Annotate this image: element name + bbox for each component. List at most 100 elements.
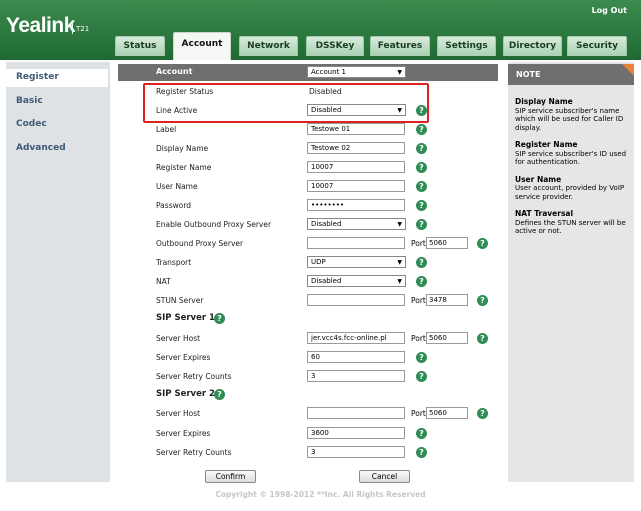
help-icon[interactable]: ?	[477, 408, 488, 419]
transport-select[interactable]: UDP ▼	[307, 256, 406, 268]
note-item-text: Defines the STUN server will be active o…	[515, 218, 626, 236]
account-label: Account	[156, 67, 193, 76]
sip1-retry-label: Server Retry Counts	[156, 372, 232, 381]
help-icon[interactable]: ?	[416, 352, 427, 363]
outbound-proxy-label: Outbound Proxy Server	[156, 239, 244, 248]
cancel-button[interactable]: Cancel	[359, 470, 410, 483]
sip2-retry-label: Server Retry Counts	[156, 448, 232, 457]
sidebar-item-codec[interactable]: Codec	[6, 116, 108, 134]
stun-port-input[interactable]: 3478	[426, 294, 468, 306]
tab-directory[interactable]: Directory	[503, 36, 562, 56]
logo-divider	[72, 20, 73, 34]
account-select[interactable]: Account 1 ▼	[307, 66, 406, 78]
outbound-proxy-enable-label: Enable Outbound Proxy Server	[156, 220, 272, 229]
sip2-host-input[interactable]	[307, 407, 405, 419]
note-item-title: Display Name	[515, 97, 573, 106]
tab-dsskey[interactable]: DSSKey	[306, 36, 364, 56]
yealink-logo: Yealink	[6, 14, 75, 37]
confirm-button[interactable]: Confirm	[205, 470, 256, 483]
tab-security[interactable]: Security	[567, 36, 627, 56]
sip1-port-label: Port	[411, 334, 426, 343]
help-icon[interactable]: ?	[416, 143, 427, 154]
copyright-footer: Copyright © 1998-2012 **Inc. All Rights …	[0, 484, 641, 511]
transport-label: Transport	[156, 258, 192, 267]
outbound-proxy-enable-select[interactable]: Disabled ▼	[307, 218, 406, 230]
nat-select[interactable]: Disabled ▼	[307, 275, 406, 287]
note-item-text: SIP service subscriber's ID used for aut…	[515, 149, 627, 167]
outbound-proxy-input[interactable]	[307, 237, 405, 249]
help-icon[interactable]: ?	[477, 295, 488, 306]
help-icon[interactable]: ?	[416, 219, 427, 230]
help-icon[interactable]: ?	[416, 257, 427, 268]
help-icon[interactable]: ?	[416, 181, 427, 192]
help-icon[interactable]: ?	[416, 162, 427, 173]
register-name-input[interactable]: 10007	[307, 161, 405, 173]
help-icon[interactable]: ?	[416, 447, 427, 458]
note-item-text: User account, provided by VoIP service p…	[515, 184, 625, 201]
nat-label: NAT	[156, 277, 171, 286]
tab-status[interactable]: Status	[115, 36, 165, 56]
note-item-title: User Name	[515, 174, 562, 184]
note-item-text: SIP service subscriber's name which will…	[515, 106, 624, 132]
note-body: Display Name SIP service subscriber's na…	[515, 97, 631, 236]
tab-features[interactable]: Features	[370, 36, 430, 56]
chevron-down-icon: ▼	[397, 259, 402, 266]
note-corner-decoration	[622, 64, 634, 76]
sip1-host-label: Server Host	[156, 334, 201, 343]
tab-account[interactable]: Account	[173, 32, 231, 60]
label-field-label: Label	[156, 125, 177, 134]
tab-network[interactable]: Network	[239, 36, 298, 56]
help-icon[interactable]: ?	[214, 313, 225, 324]
help-icon[interactable]: ?	[416, 200, 427, 211]
sip2-host-label: Server Host	[156, 409, 201, 418]
password-label: Password	[156, 201, 192, 210]
outbound-proxy-port-label: Port	[411, 239, 426, 248]
sip2-port-label: Port	[411, 409, 426, 418]
user-name-input[interactable]: 10007	[307, 180, 405, 192]
sip-server-2-title: SIP Server 2	[156, 389, 215, 399]
label-input[interactable]: Testowe 01	[307, 123, 405, 135]
account-select-value: Account 1	[311, 68, 346, 76]
sidebar-item-basic[interactable]: Basic	[6, 93, 108, 111]
logout-link[interactable]: Log Out	[592, 6, 627, 15]
help-icon[interactable]: ?	[416, 371, 427, 382]
tab-settings[interactable]: Settings	[437, 36, 496, 56]
sidebar-item-register[interactable]: Register	[6, 69, 108, 87]
outbound-proxy-port-input[interactable]: 5060	[426, 237, 468, 249]
transport-select-value: UDP	[311, 258, 326, 266]
note-title: NOTE	[508, 64, 634, 85]
sip1-host-input[interactable]: jer.vcc4s.fcc-online.pl	[307, 332, 405, 344]
password-input[interactable]: ••••••••	[307, 199, 405, 211]
stun-server-label: STUN Server	[156, 296, 204, 305]
note-item-title: NAT Traversal	[515, 209, 574, 218]
sip2-retry-input[interactable]: 3	[307, 446, 405, 458]
note-panel: NOTE Display Name SIP service subscriber…	[508, 62, 634, 482]
chevron-down-icon: ▼	[397, 221, 402, 228]
header-bar: Yealink T21 Log Out Status Account Netwo…	[0, 0, 641, 60]
chevron-down-icon: ▼	[397, 69, 402, 76]
help-icon[interactable]: ?	[214, 389, 225, 400]
highlight-box	[143, 83, 429, 123]
help-icon[interactable]: ?	[416, 428, 427, 439]
stun-server-input[interactable]	[307, 294, 405, 306]
sip2-expires-input[interactable]: 3600	[307, 427, 405, 439]
sip-server-1-title: SIP Server 1	[156, 313, 215, 323]
help-icon[interactable]: ?	[477, 238, 488, 249]
sip1-expires-input[interactable]: 60	[307, 351, 405, 363]
help-icon[interactable]: ?	[416, 124, 427, 135]
nat-select-value: Disabled	[311, 277, 342, 285]
help-icon[interactable]: ?	[416, 276, 427, 287]
sip2-port-input[interactable]: 5060	[426, 407, 468, 419]
sip1-retry-input[interactable]: 3	[307, 370, 405, 382]
display-name-label: Display Name	[156, 144, 209, 153]
sidebar-item-advanced[interactable]: Advanced	[6, 140, 108, 158]
user-name-label: User Name	[156, 182, 198, 191]
display-name-input[interactable]: Testowe 02	[307, 142, 405, 154]
outbound-proxy-enable-value: Disabled	[311, 220, 342, 228]
register-name-label: Register Name	[156, 163, 212, 172]
sip2-expires-label: Server Expires	[156, 429, 211, 438]
note-item-title: Register Name	[515, 140, 578, 149]
chevron-down-icon: ▼	[397, 278, 402, 285]
help-icon[interactable]: ?	[477, 333, 488, 344]
sip1-port-input[interactable]: 5060	[426, 332, 468, 344]
